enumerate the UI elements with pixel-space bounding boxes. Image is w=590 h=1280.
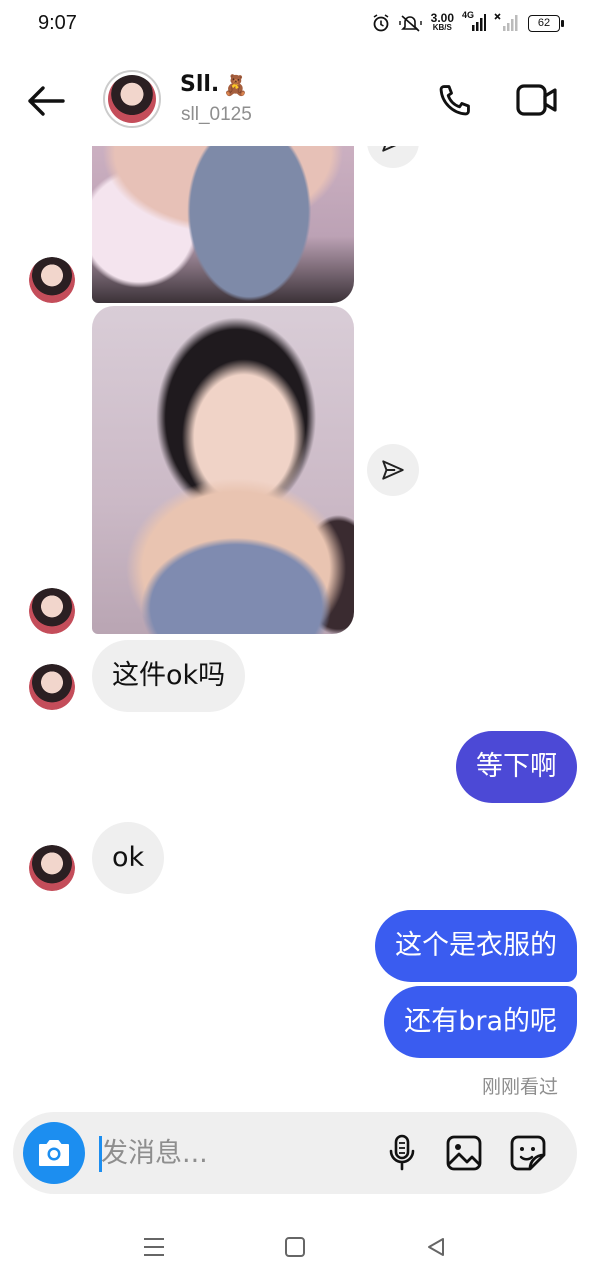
- mute-icon: [398, 13, 423, 33]
- status-bar: 9:07 3.00 KB/S 4G 62: [0, 0, 590, 54]
- sender-avatar[interactable]: [29, 588, 75, 634]
- sender-avatar[interactable]: [29, 664, 75, 710]
- battery-icon: 62: [528, 14, 564, 32]
- avatar-image: [29, 257, 75, 303]
- signal-no-service-icon: [494, 13, 520, 33]
- arrow-left-icon: [28, 86, 65, 116]
- display-name-text: Sll.: [180, 72, 220, 97]
- contact-username[interactable]: sll_0125: [181, 104, 252, 126]
- contact-display-name[interactable]: Sll. 🧸: [180, 72, 248, 97]
- video-camera-icon: [516, 84, 557, 116]
- home-nav-button[interactable]: [278, 1230, 312, 1264]
- status-icons: 3.00 KB/S 4G 62: [371, 10, 564, 33]
- avatar-image: [108, 75, 156, 123]
- incoming-message[interactable]: 这件ok吗: [92, 640, 246, 712]
- home-square-icon: [285, 1237, 305, 1257]
- network-speed: 3.00 KB/S: [430, 11, 454, 32]
- signal-4g-icon: 4G: [462, 10, 486, 33]
- photo-message[interactable]: [92, 146, 354, 303]
- avatar-image: [29, 845, 75, 891]
- teddy-bear-emoji: 🧸: [223, 72, 249, 97]
- outgoing-message[interactable]: 还有bra的呢: [384, 986, 577, 1058]
- system-navigation-bar: [0, 1212, 590, 1280]
- phone-icon: [439, 85, 470, 116]
- network-speed-unit: KB/S: [432, 23, 452, 32]
- sticker-button[interactable]: [505, 1130, 551, 1176]
- message-composer: [13, 1112, 577, 1194]
- message-list[interactable]: 这件ok吗 等下啊 ok 这个是衣服的 还有bra的呢 刚刚看过: [0, 146, 590, 1106]
- outgoing-message[interactable]: 等下啊: [456, 731, 577, 803]
- share-button[interactable]: [367, 146, 419, 168]
- voice-message-button[interactable]: [379, 1130, 425, 1176]
- chat-header: Sll. 🧸 sll_0125: [0, 54, 590, 146]
- menu-icon: [144, 1238, 164, 1256]
- avatar-image: [29, 588, 75, 634]
- back-triangle-icon: [428, 1238, 444, 1256]
- camera-button[interactable]: [23, 1122, 85, 1184]
- outgoing-message[interactable]: 这个是衣服的: [375, 910, 577, 982]
- sticker-icon: [510, 1135, 546, 1171]
- network-type: 4G: [462, 10, 475, 20]
- camera-icon: [39, 1140, 69, 1166]
- network-speed-value: 3.00: [430, 11, 454, 25]
- contact-avatar[interactable]: [103, 70, 161, 128]
- message-input[interactable]: [101, 1132, 351, 1174]
- share-button[interactable]: [367, 444, 419, 496]
- battery-level: 62: [537, 17, 551, 29]
- image-gallery-icon: [446, 1135, 482, 1171]
- avatar-image: [29, 664, 75, 710]
- video-call-button[interactable]: [512, 78, 562, 122]
- photo-message[interactable]: [92, 306, 354, 634]
- microphone-icon: [389, 1134, 415, 1171]
- menu-nav-button[interactable]: [137, 1230, 171, 1264]
- sender-avatar[interactable]: [29, 845, 75, 891]
- alarm-icon: [371, 13, 391, 33]
- back-nav-button[interactable]: [419, 1230, 453, 1264]
- seen-status: 刚刚看过: [481, 1076, 558, 1098]
- voice-call-button[interactable]: [432, 78, 478, 122]
- gallery-button[interactable]: [441, 1130, 487, 1176]
- incoming-message[interactable]: ok: [92, 822, 165, 894]
- status-time: 9:07: [38, 12, 77, 34]
- send-arrow-icon: [382, 460, 404, 480]
- back-button[interactable]: [22, 80, 70, 122]
- send-arrow-icon: [382, 146, 397, 152]
- sender-avatar[interactable]: [29, 257, 75, 303]
